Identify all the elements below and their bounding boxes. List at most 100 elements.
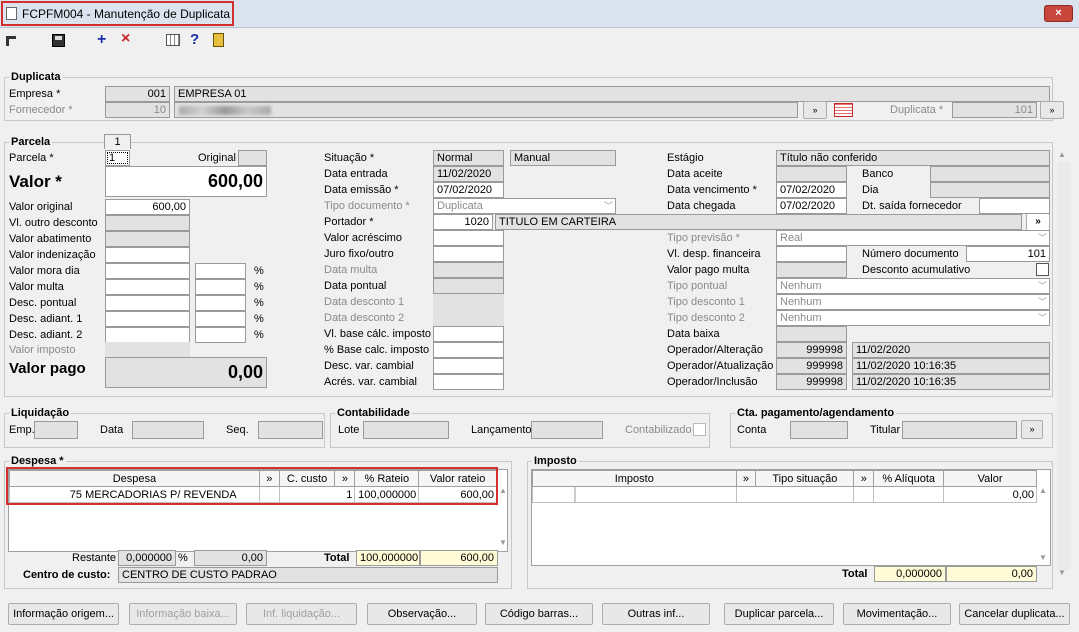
parcela-input[interactable]: 1	[105, 150, 130, 166]
parcela-tab[interactable]: 1	[104, 134, 131, 149]
outras-inf-button[interactable]: Outras inf...	[602, 603, 710, 625]
col-aliquota[interactable]: % Alíquota	[873, 470, 945, 487]
duplicata-number[interactable]: 101	[952, 102, 1037, 118]
tipo-documento-select[interactable]: Duplicata ﹀	[433, 198, 616, 214]
scrollbar-down-icon[interactable]: ▼	[1058, 568, 1066, 577]
empresa-code[interactable]: 001	[105, 86, 170, 102]
lote-field	[363, 421, 449, 439]
navigate-icon[interactable]	[6, 36, 16, 46]
numero-documento-input[interactable]: 101	[966, 246, 1050, 262]
duplicar-parcela-button[interactable]: Duplicar parcela...	[724, 603, 834, 625]
table-row[interactable]: 0,00	[532, 486, 1037, 503]
tipo-previsao-select[interactable]: Real ﹀	[776, 230, 1050, 246]
data-vencimento-input[interactable]: 07/02/2020	[776, 182, 847, 198]
fornecedor-code[interactable]: 10	[105, 102, 170, 118]
left-field-input[interactable]: 600,00	[105, 199, 190, 215]
left-field-pct-input[interactable]	[195, 279, 246, 295]
despesa-total-label: Total	[324, 552, 350, 564]
col-tipo-situacao[interactable]: Tipo situação	[755, 470, 855, 487]
data-chegada-input[interactable]: 07/02/2020	[776, 198, 847, 214]
left-field-pct-input[interactable]	[195, 327, 246, 343]
liq-emp-label: Emp.	[9, 424, 35, 436]
vl-desp-input[interactable]	[776, 246, 847, 262]
despesa-scroll-down-icon[interactable]: ▼	[499, 538, 507, 547]
close-button[interactable]: ×	[1044, 5, 1073, 22]
mid-field-input[interactable]	[433, 358, 504, 374]
aliquota-cell[interactable]	[873, 486, 945, 503]
help-icon[interactable]: ?	[190, 31, 199, 48]
cta-lookup-button[interactable]: »	[1021, 420, 1043, 439]
mid-field-input[interactable]	[433, 342, 504, 358]
mid-field-input[interactable]	[433, 230, 504, 246]
delete-icon[interactable]: ×	[121, 30, 130, 48]
calendar-icon[interactable]	[834, 103, 853, 117]
situacao-tipo-field: Manual	[510, 150, 616, 166]
imposto-scroll-up-icon[interactable]: ▲	[1039, 486, 1047, 495]
imposto-cell[interactable]	[532, 486, 737, 503]
mid-field-input[interactable]	[433, 326, 504, 342]
situacao-label: Situação *	[324, 152, 375, 164]
mid-field-input[interactable]	[433, 246, 504, 262]
exit-icon[interactable]	[213, 33, 224, 47]
duplicata-lookup-button[interactable]: »	[1040, 101, 1064, 119]
portador-lookup-button[interactable]: »	[1026, 213, 1050, 231]
mid-field-input[interactable]	[433, 374, 504, 390]
left-field-pct-input[interactable]	[195, 263, 246, 279]
imposto-valor-cell[interactable]: 0,00	[943, 486, 1037, 503]
data-entrada-label: Data entrada	[324, 168, 388, 180]
despesa-highlight-box	[6, 467, 498, 505]
left-field-input[interactable]	[105, 327, 190, 343]
lote-label: Lote	[338, 424, 360, 436]
valor-input[interactable]: 600,00	[105, 166, 267, 197]
informacao-origem-button[interactable]: Informação origem...	[8, 603, 119, 625]
left-field-input[interactable]	[105, 279, 190, 295]
tipo-desconto1-select[interactable]: Nenhum ﹀	[776, 294, 1050, 310]
left-field-pct-input[interactable]	[195, 295, 246, 311]
dt-saida-input[interactable]	[979, 198, 1050, 214]
data-chegada-label: Data chegada	[667, 200, 736, 212]
col-valor[interactable]: Valor	[943, 470, 1037, 487]
toolbar: + × ?	[0, 29, 1079, 53]
col-imposto[interactable]: Imposto	[532, 470, 737, 487]
tipo-pontual-select[interactable]: Nenhum ﹀	[776, 278, 1050, 294]
left-field-input[interactable]	[105, 311, 190, 327]
col-tipo-situacao-lookup[interactable]: »	[853, 470, 875, 487]
left-field-label: Valor original	[9, 201, 73, 213]
tipo-desconto2-select[interactable]: Nenhum ﹀	[776, 310, 1050, 326]
data-emissao-input[interactable]: 07/02/2020	[433, 182, 504, 198]
col-imposto-lookup[interactable]: »	[735, 470, 757, 487]
banco-field	[930, 166, 1050, 182]
save-icon[interactable]	[52, 34, 65, 47]
valor-pago-multa-label: Valor pago multa	[667, 264, 750, 276]
observacao-button[interactable]: Observação...	[367, 603, 477, 625]
desconto-acumulativo-checkbox[interactable]	[1036, 263, 1049, 276]
fornecedor-lookup-button[interactable]: »	[803, 101, 827, 119]
despesa-total-pct: 100,000000	[356, 550, 420, 566]
tipo-desconto2-label: Tipo desconto 2	[667, 312, 745, 324]
despesa-scroll-up-icon[interactable]: ▲	[499, 486, 507, 495]
scrollbar-up-icon[interactable]: ▲	[1058, 150, 1066, 159]
valor-pago-field: 0,00	[105, 357, 267, 388]
pct-symbol: %	[254, 281, 264, 293]
contabilizado-checkbox[interactable]	[693, 423, 706, 436]
restante-valor-field: 0,00	[194, 550, 267, 566]
portador-code-input[interactable]: 1020	[433, 214, 493, 230]
left-field-pct-input[interactable]	[195, 311, 246, 327]
add-icon[interactable]: +	[97, 31, 106, 49]
pct-symbol: %	[254, 265, 264, 277]
cancelar-duplicata-button[interactable]: Cancelar duplicata...	[959, 603, 1070, 625]
imposto-scroll-down-icon[interactable]: ▼	[1039, 553, 1047, 562]
left-field-input[interactable]	[105, 247, 190, 263]
mid-field-label: Data desconto 1	[324, 296, 405, 308]
movimentacao-button[interactable]: Movimentação...	[843, 603, 951, 625]
scrollbar-track[interactable]	[1057, 162, 1070, 570]
empresa-name: EMPRESA 01	[174, 86, 1050, 102]
left-field-input[interactable]	[105, 263, 190, 279]
inf-liquidacao-button: Inf. liquidação...	[246, 603, 357, 625]
tipo-situacao-lookup-cell[interactable]	[853, 486, 875, 503]
left-field-input[interactable]	[105, 295, 190, 311]
tipo-situacao-cell[interactable]	[735, 486, 855, 503]
grid-icon[interactable]	[166, 34, 180, 46]
codigo-barras-button[interactable]: Código barras...	[485, 603, 593, 625]
portador-label: Portador *	[324, 216, 374, 228]
